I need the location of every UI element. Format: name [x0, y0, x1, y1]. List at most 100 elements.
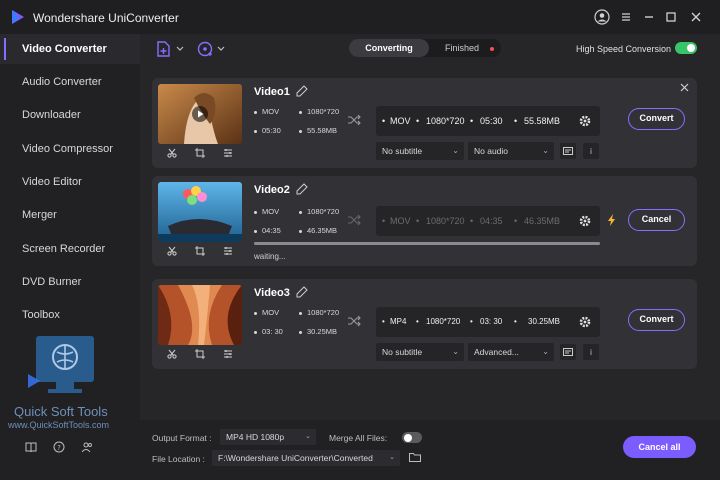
output-settings[interactable]: • MP4 • 1080*720 • 03: 30 • 30.25MB [376, 307, 600, 337]
convert-button[interactable]: Convert [628, 309, 685, 331]
trim-icon[interactable] [167, 349, 177, 359]
source-resolution: 1080*720 [299, 207, 339, 216]
output-format-select[interactable]: MP4 HD 1080p ⌄ [220, 429, 316, 445]
sidebar-item-merger[interactable]: Merger [0, 200, 140, 230]
convert-button[interactable]: Convert [628, 108, 685, 130]
users-icon[interactable] [80, 440, 94, 454]
cancel-button[interactable]: Cancel [628, 209, 685, 231]
info-icon[interactable]: i [583, 344, 599, 360]
source-size: 55.58MB [299, 126, 337, 135]
crop-icon[interactable] [195, 148, 205, 158]
target-size: 30.25MB [528, 317, 561, 326]
source-duration: 04:35 [254, 226, 281, 235]
sidebar-item-label: Video Compressor [22, 143, 113, 155]
source-size: 30.25MB [299, 327, 337, 336]
audio-select[interactable]: No audio ⌄ [468, 142, 554, 160]
source-resolution: 1080*720 [299, 308, 339, 317]
sidebar-item-label: Video Editor [22, 176, 82, 188]
source-duration: 03: 30 [254, 327, 283, 336]
video-thumbnail[interactable] [158, 182, 242, 242]
subtitle-icon[interactable] [560, 344, 576, 360]
source-format: MOV [254, 207, 279, 216]
audio-select[interactable]: Advanced... ⌄ [468, 343, 554, 361]
help-icon[interactable]: ? [52, 440, 66, 454]
convert-arrow-icon [348, 114, 361, 126]
thumbnail-tools [158, 345, 242, 363]
source-format: MOV [254, 107, 279, 116]
tab-finished[interactable]: Finished [437, 39, 487, 57]
sidebar-item-label: Audio Converter [22, 76, 102, 88]
chevron-down-icon: ⌄ [389, 454, 395, 461]
svg-text:?: ? [57, 444, 61, 452]
subtitle-icon[interactable] [560, 143, 576, 159]
close-icon[interactable] [688, 9, 704, 25]
merge-label: Merge All Files: [329, 433, 388, 443]
crop-icon[interactable] [195, 246, 205, 256]
output-settings[interactable]: • MOV • 1080*720 • 05:30 • 55.58MB [376, 106, 600, 136]
trim-icon[interactable] [167, 246, 177, 256]
minimize-icon[interactable] [641, 9, 657, 25]
sidebar-item-downloader[interactable]: Downloader [0, 100, 140, 130]
convert-arrow-icon [348, 214, 361, 226]
gear-icon[interactable] [578, 214, 592, 228]
video-thumbnail[interactable] [158, 84, 242, 144]
sidebar-item-audio-converter[interactable]: Audio Converter [0, 67, 140, 97]
target-size: 46.35MB [524, 216, 561, 226]
effects-icon[interactable] [223, 349, 233, 359]
edit-name-icon[interactable] [296, 183, 308, 195]
sidebar-item-screen-recorder[interactable]: Screen Recorder [0, 234, 140, 264]
target-duration: 03: 30 [480, 317, 503, 326]
target-duration: 05:30 [480, 116, 503, 126]
file-location-select[interactable]: F:\Wondershare UniConverter\Converted ⌄ [212, 450, 400, 466]
source-duration: 05:30 [254, 126, 281, 135]
cancel-all-button[interactable]: Cancel all [623, 436, 696, 458]
subtitle-select[interactable]: No subtitle ⌄ [376, 343, 464, 361]
video-card-1: Video1 MOV 1080*720 05:30 55.58MB • MOV … [152, 78, 697, 168]
add-files-button[interactable] [156, 41, 186, 57]
source-resolution: 1080*720 [299, 107, 339, 116]
load-dvd-button[interactable] [197, 41, 227, 57]
thumbnail-image [158, 182, 242, 242]
high-speed-toggle[interactable] [675, 42, 697, 54]
footer: Output Format : MP4 HD 1080p ⌄ Merge All … [140, 420, 720, 480]
video-thumbnail[interactable] [158, 285, 242, 345]
gear-icon[interactable] [578, 315, 592, 329]
folder-icon[interactable] [409, 452, 421, 462]
output-settings: • MOV • 1080*720 • 04:35 • 46.35MB [376, 206, 600, 236]
target-resolution: 1080*720 [426, 116, 465, 126]
sidebar-item-video-compressor[interactable]: Video Compressor [0, 134, 140, 164]
effects-icon[interactable] [223, 148, 233, 158]
maximize-icon[interactable] [663, 9, 679, 25]
account-icon[interactable] [594, 9, 610, 25]
file-location-label: File Location : [152, 454, 205, 464]
sidebar-item-label: Screen Recorder [22, 243, 106, 255]
sidebar: Video Converter Audio Converter Download… [0, 34, 140, 480]
remove-icon[interactable] [680, 83, 689, 92]
merge-toggle[interactable] [402, 432, 422, 443]
thumbnail-image [158, 285, 242, 345]
effects-icon[interactable] [223, 246, 233, 256]
subtitle-select[interactable]: No subtitle ⌄ [376, 142, 464, 160]
info-icon[interactable]: i [583, 143, 599, 159]
tab-converting[interactable]: Converting [349, 39, 429, 57]
sidebar-item-toolbox[interactable]: Toolbox [0, 300, 140, 330]
progress-bar [254, 242, 600, 245]
edit-name-icon[interactable] [296, 85, 308, 97]
gear-icon[interactable] [578, 114, 592, 128]
crop-icon[interactable] [195, 349, 205, 359]
progress-fill [254, 242, 600, 245]
convert-arrow-icon [348, 315, 361, 327]
lightning-icon [608, 214, 615, 226]
target-size: 55.58MB [524, 116, 561, 126]
sidebar-item-dvd-burner[interactable]: DVD Burner [0, 267, 140, 297]
sidebar-item-video-editor[interactable]: Video Editor [0, 167, 140, 197]
play-icon[interactable] [192, 106, 208, 122]
sidebar-item-video-converter[interactable]: Video Converter [0, 34, 140, 64]
target-format: MP4 [390, 317, 407, 326]
menu-icon[interactable] [618, 9, 634, 25]
edit-name-icon[interactable] [296, 286, 308, 298]
trim-icon[interactable] [167, 148, 177, 158]
chevron-down-icon: ⌄ [452, 146, 459, 155]
sidebar-item-label: Merger [22, 209, 57, 221]
book-icon[interactable] [24, 440, 38, 454]
